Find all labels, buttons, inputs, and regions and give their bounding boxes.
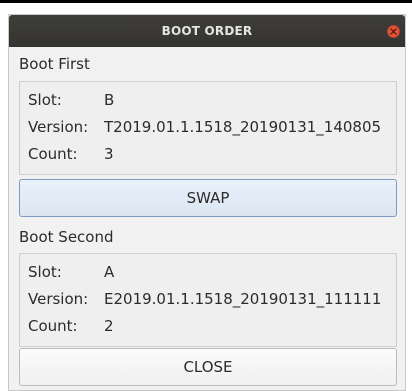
boot-second-heading: Boot Second — [19, 228, 114, 246]
version-label: Version: — [28, 118, 89, 136]
boot-second-count-row: Count: 2 — [28, 317, 114, 335]
boot-second-version-value: E2019.01.1.1518_20190131_111111 — [104, 290, 382, 308]
window-title: BOOT ORDER — [161, 24, 253, 38]
boot-second-count-value: 2 — [104, 317, 114, 335]
boot-order-dialog: BOOT ORDER Boot First Slot: B Version: T… — [8, 14, 406, 391]
boot-first-count-row: Count: 3 — [28, 145, 114, 163]
close-icon — [390, 28, 397, 35]
boot-first-version-row: Version: T2019.01.1.1518_20190131_140805 — [28, 118, 381, 136]
slot-label: Slot: — [28, 91, 62, 109]
count-label: Count: — [28, 317, 78, 335]
top-rule — [0, 0, 412, 3]
boot-second-version-row: Version: E2019.01.1.1518_20190131_111111 — [28, 290, 381, 308]
boot-first-version-value: T2019.01.1.1518_20190131_140805 — [104, 118, 382, 136]
count-label: Count: — [28, 145, 78, 163]
close-button[interactable]: CLOSE — [19, 348, 397, 386]
swap-button[interactable]: SWAP — [19, 179, 397, 217]
titlebar: BOOT ORDER — [9, 15, 405, 47]
boot-second-info: Slot: A Version: E2019.01.1.1518_2019013… — [19, 253, 397, 347]
boot-second-slot-value: A — [104, 263, 115, 281]
boot-second-slot-row: Slot: A — [28, 263, 114, 281]
boot-first-slot-value: B — [104, 91, 115, 109]
boot-first-slot-row: Slot: B — [28, 91, 114, 109]
window-close-button[interactable] — [387, 25, 400, 38]
version-label: Version: — [28, 290, 89, 308]
boot-first-info: Slot: B Version: T2019.01.1.1518_2019013… — [19, 81, 397, 175]
slot-label: Slot: — [28, 263, 62, 281]
boot-first-heading: Boot First — [19, 55, 90, 73]
boot-first-count-value: 3 — [104, 145, 114, 163]
